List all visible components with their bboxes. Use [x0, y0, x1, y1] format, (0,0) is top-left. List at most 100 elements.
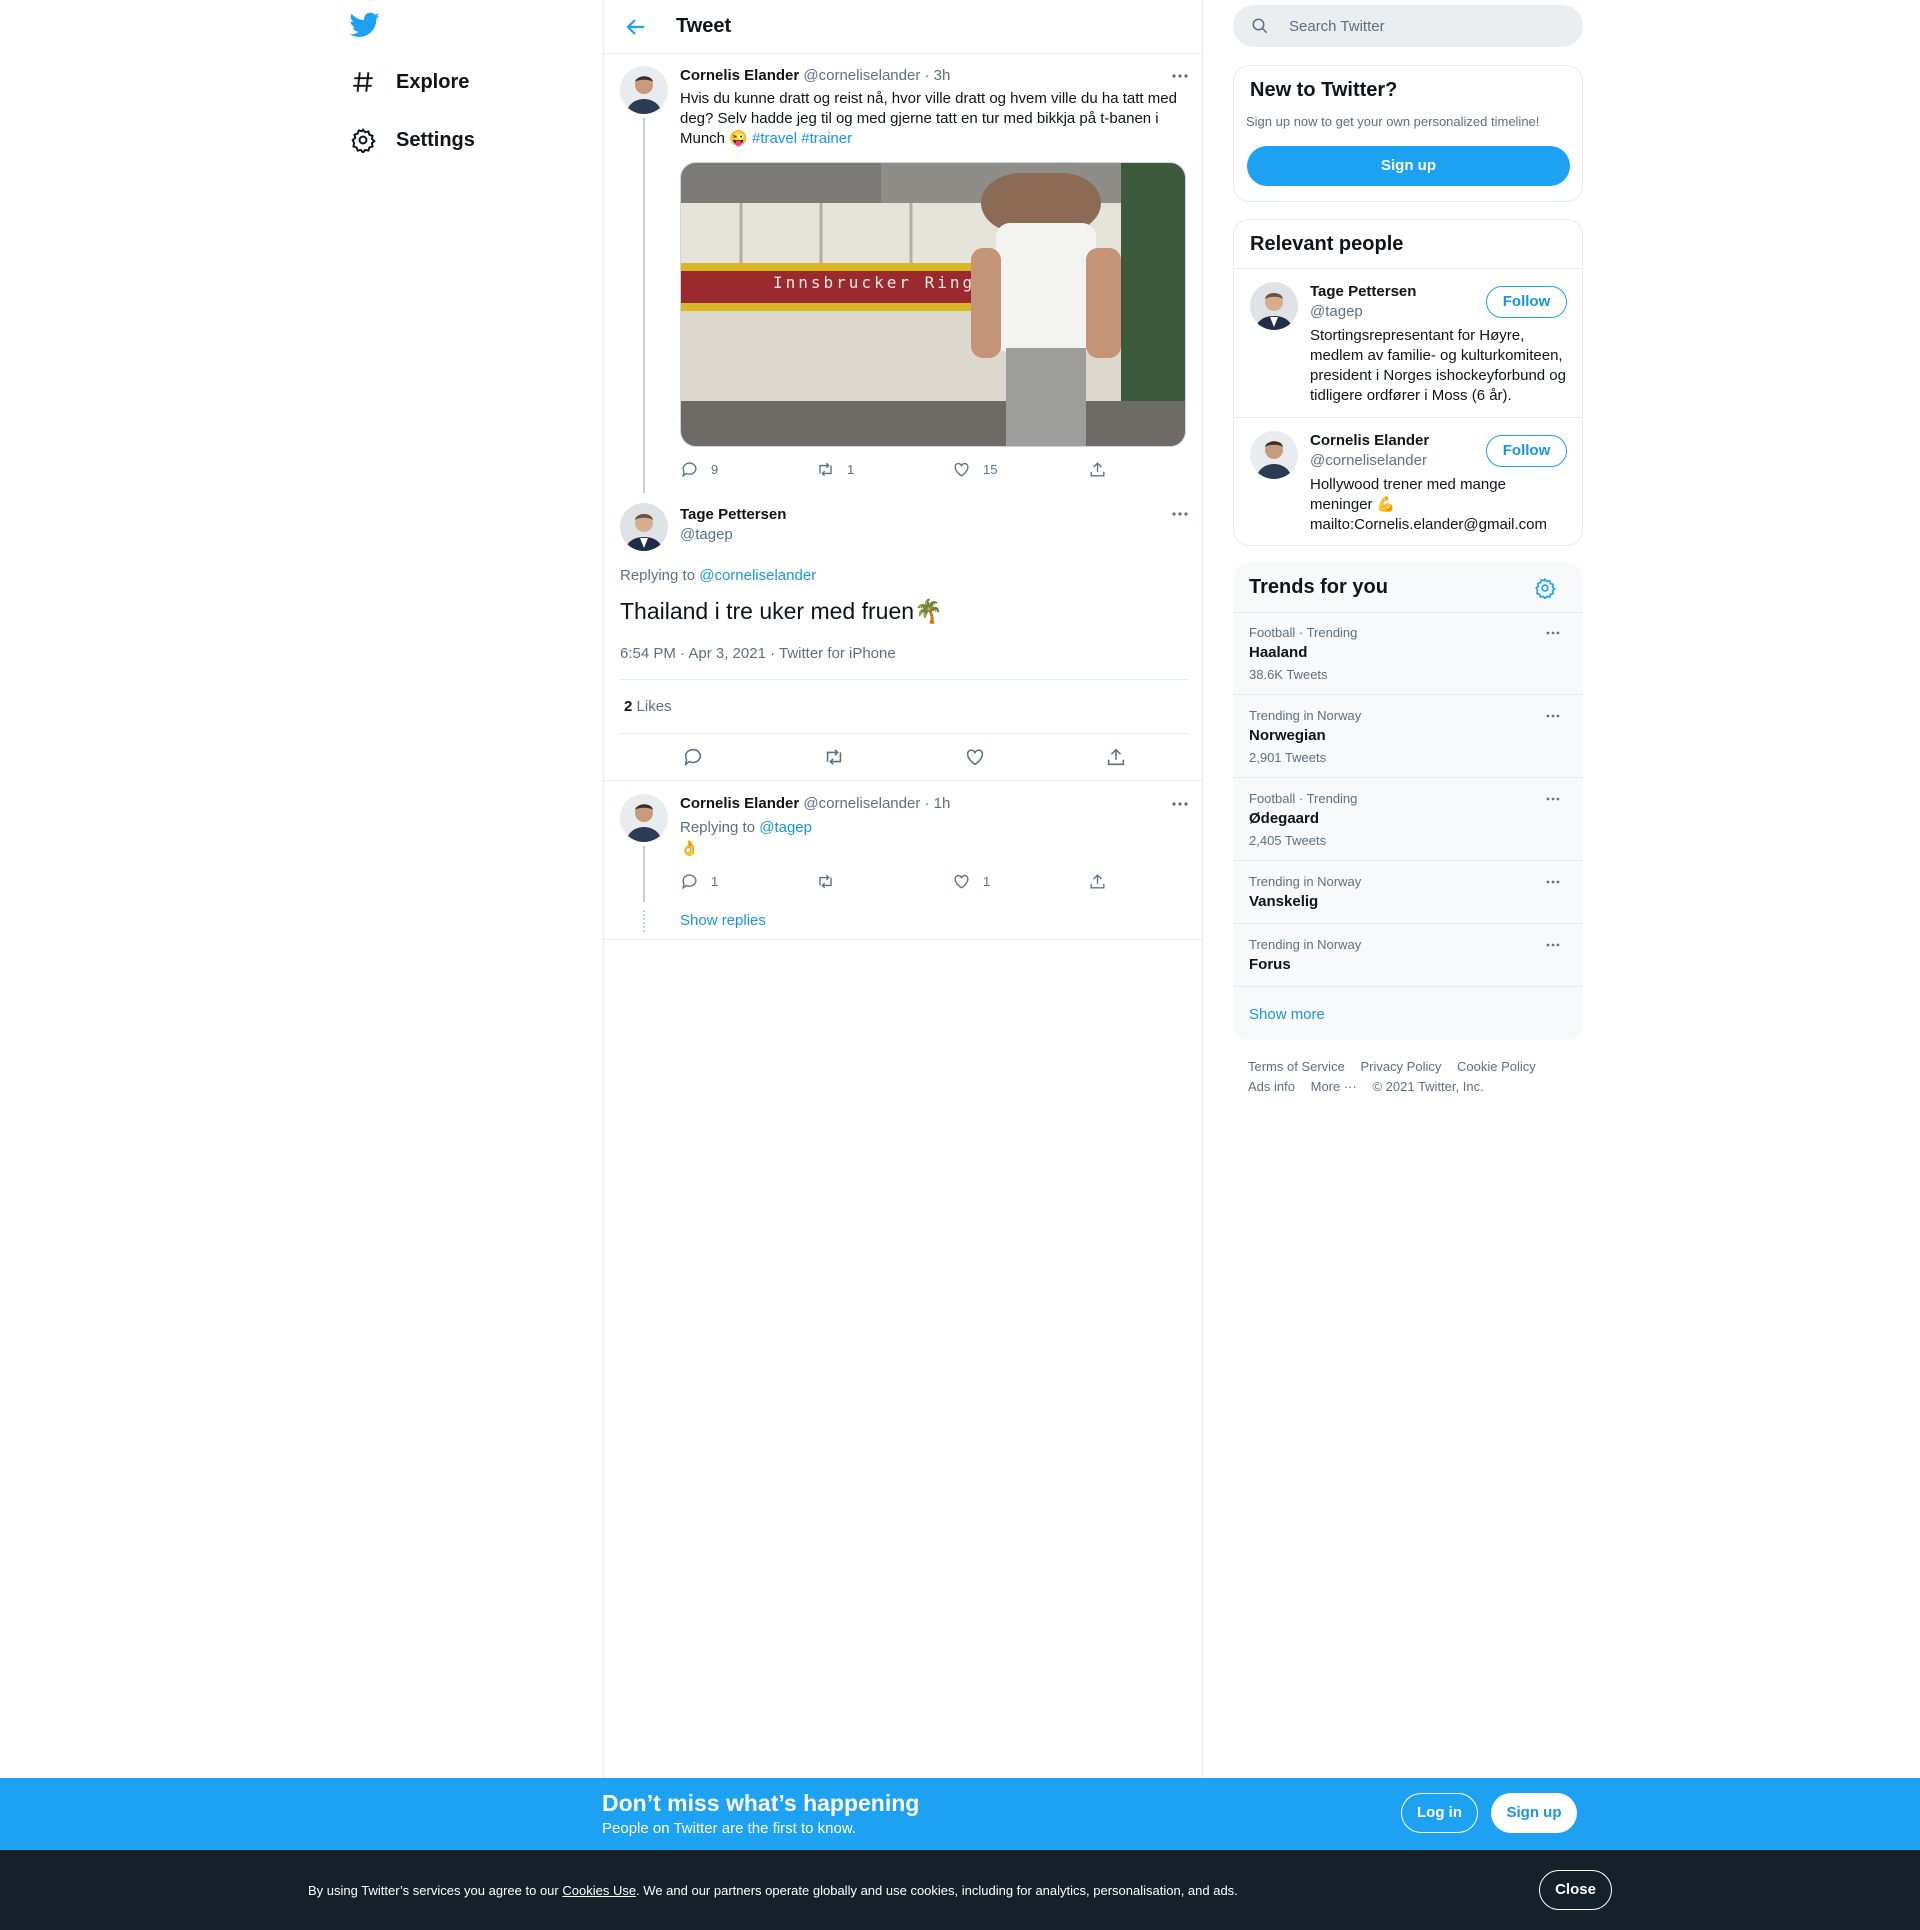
- reply-icon[interactable]: [682, 746, 704, 768]
- search-input[interactable]: [1289, 15, 1559, 37]
- cookie-policy-link[interactable]: Cookie Policy: [1457, 1059, 1536, 1074]
- person-handle[interactable]: @corneliselander: [1310, 452, 1427, 469]
- thread-line: [643, 118, 645, 493]
- copyright: © 2021 Twitter, Inc.: [1372, 1079, 1484, 1094]
- retweet-button[interactable]: 1: [816, 460, 854, 479]
- more-icon[interactable]: [1543, 789, 1563, 809]
- tweet-time[interactable]: · 3h: [925, 67, 951, 84]
- avatar[interactable]: [620, 66, 668, 114]
- signup-promo-bar: Don’t miss what’s happening People on Tw…: [0, 1778, 1920, 1850]
- show-more-link[interactable]: Show more: [1249, 1006, 1325, 1023]
- more-icon[interactable]: [1543, 706, 1563, 726]
- cookies-use-link[interactable]: Cookies Use: [562, 1883, 636, 1898]
- avatar[interactable]: [620, 794, 668, 842]
- trend-name: Ødegaard: [1249, 810, 1320, 827]
- retweet-button[interactable]: [816, 872, 847, 891]
- person-handle[interactable]: @tagep: [1310, 303, 1363, 320]
- more-icon[interactable]: [1168, 502, 1192, 526]
- card-title: Relevant people: [1250, 233, 1404, 255]
- thread-line: [643, 846, 645, 902]
- more-icon[interactable]: [1168, 64, 1192, 88]
- privacy-link[interactable]: Privacy Policy: [1360, 1059, 1441, 1074]
- share-icon[interactable]: [1105, 746, 1127, 768]
- promo-title: Don’t miss what’s happening: [602, 1790, 920, 1816]
- follow-button[interactable]: Follow: [1486, 286, 1567, 318]
- reply-button[interactable]: 9: [680, 460, 718, 479]
- avatar[interactable]: [620, 503, 668, 551]
- like-count: 15: [983, 462, 998, 477]
- focused-tweet-text: Thailand i tre uker med fruen🌴: [620, 598, 943, 624]
- like-button[interactable]: 15: [952, 460, 997, 479]
- new-to-twitter-card: New to Twitter? Sign up now to get your …: [1233, 65, 1583, 202]
- promo-subtitle: People on Twitter are the first to know.: [602, 1820, 857, 1837]
- tweet-time[interactable]: · 1h: [925, 795, 951, 812]
- likes-summary[interactable]: 2 Likes: [624, 698, 672, 715]
- hashtag-link[interactable]: #travel: [752, 130, 797, 147]
- more-icon[interactable]: [1168, 792, 1192, 816]
- terms-link[interactable]: Terms of Service: [1248, 1059, 1345, 1074]
- divider: [1234, 268, 1582, 269]
- author-name[interactable]: Tage Pettersen: [680, 506, 786, 523]
- person-name[interactable]: Tage Pettersen: [1310, 283, 1416, 300]
- trend-context: Trending in Norway: [1249, 874, 1362, 889]
- follow-button[interactable]: Follow: [1486, 435, 1567, 467]
- more-icon[interactable]: [1543, 935, 1563, 955]
- heart-icon: [954, 874, 969, 889]
- divider: [1233, 986, 1583, 987]
- nav-settings[interactable]: Settings: [350, 116, 475, 164]
- page-header: Tweet: [604, 0, 1202, 54]
- retweet-icon: [819, 462, 832, 477]
- avatar[interactable]: [1250, 282, 1298, 330]
- signup-button[interactable]: Sign up: [1247, 146, 1570, 186]
- reply-button[interactable]: 1: [680, 872, 718, 891]
- gear-icon[interactable]: [1534, 577, 1556, 599]
- share-button[interactable]: [1088, 460, 1107, 479]
- more-icon[interactable]: [1543, 623, 1563, 643]
- nav-explore[interactable]: Explore: [350, 58, 469, 106]
- retweet-icon[interactable]: [823, 746, 845, 768]
- trend-name: Norwegian: [1249, 727, 1326, 744]
- trend-name: Haaland: [1249, 644, 1308, 661]
- hashtag-link[interactable]: #trainer: [801, 130, 852, 147]
- likes-count: 2: [624, 698, 633, 715]
- replying-to-label: Replying to: [620, 567, 696, 584]
- author-name[interactable]: Cornelis Elander: [680, 67, 799, 84]
- login-button[interactable]: Log in: [1401, 1793, 1478, 1833]
- divider: [1233, 694, 1583, 695]
- tweet-text: 👌: [680, 840, 699, 857]
- author-name[interactable]: Cornelis Elander: [680, 795, 799, 812]
- close-button[interactable]: Close: [1539, 1870, 1612, 1910]
- author-handle[interactable]: @corneliselander: [803, 67, 920, 84]
- ads-info-link[interactable]: Ads info: [1248, 1079, 1295, 1094]
- share-button[interactable]: [1088, 872, 1107, 891]
- twitter-bird-icon[interactable]: [349, 12, 380, 38]
- heart-icon[interactable]: [964, 746, 986, 768]
- divider: [1234, 417, 1582, 418]
- person-bio: Hollywood trener med mange meninger 💪: [1310, 476, 1506, 513]
- thread-line-dotted: [643, 910, 645, 932]
- cookie-text: By using Twitter’s services you agree to…: [308, 1883, 1238, 1898]
- show-replies-link[interactable]: Show replies: [680, 912, 766, 929]
- tweet-text: Hvis du kunne dratt og reist nå, hvor vi…: [680, 89, 1186, 149]
- trend-name: Vanskelig: [1249, 893, 1319, 910]
- tweet-timestamp[interactable]: 6:54 PM · Apr 3, 2021 · Twitter for iPho…: [620, 645, 896, 662]
- replying-to-link[interactable]: @tagep: [759, 819, 812, 836]
- replying-to-link[interactable]: @corneliselander: [699, 567, 816, 584]
- search-box[interactable]: [1233, 5, 1583, 47]
- signup-button[interactable]: Sign up: [1491, 1793, 1577, 1833]
- tweet-photo[interactable]: Innsbrucker Ring: [680, 162, 1186, 447]
- more-icon[interactable]: [1543, 872, 1563, 892]
- more-link[interactable]: More ···: [1311, 1079, 1357, 1094]
- back-arrow-icon[interactable]: [624, 15, 648, 39]
- avatar[interactable]: [1250, 431, 1298, 479]
- like-button[interactable]: 1: [952, 872, 990, 891]
- person-bio-email[interactable]: mailto:Cornelis.elander@gmail.com: [1310, 515, 1572, 535]
- divider: [620, 679, 1188, 680]
- author-handle[interactable]: @corneliselander: [803, 795, 920, 812]
- station-sign-text: Innsbrucker Ring: [773, 273, 976, 292]
- author-handle[interactable]: @tagep: [680, 526, 733, 543]
- person-name[interactable]: Cornelis Elander: [1310, 432, 1429, 449]
- divider: [604, 939, 1202, 940]
- trend-context: Trending in Norway: [1249, 708, 1362, 723]
- page-title: Tweet: [676, 15, 732, 37]
